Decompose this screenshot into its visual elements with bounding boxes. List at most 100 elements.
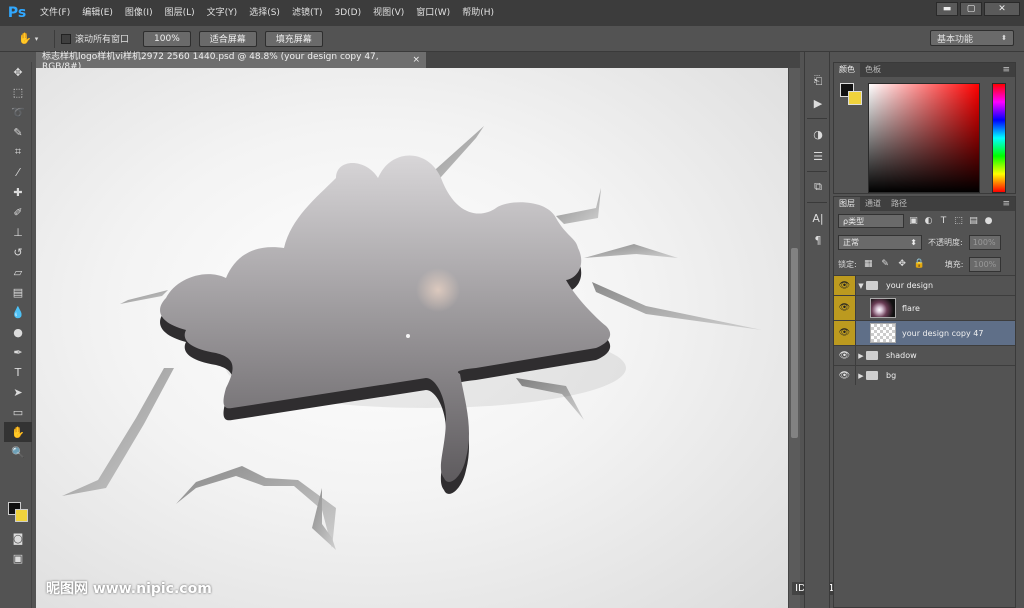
tab-paths[interactable]: 路径 [886,197,912,211]
actual-pixels-button[interactable]: 100% [143,30,191,47]
layer-row-group-your-design[interactable]: 👁 ▼ your design [834,275,1015,295]
menu-type[interactable]: 文字(Y) [201,0,244,26]
layer-filter-dropdown[interactable]: ρ类型 [838,214,904,228]
lock-transparent-icon[interactable]: ▦ [863,259,874,270]
lock-all-icon[interactable]: 🔒 [914,259,925,270]
group-collapsed-arrow-icon[interactable]: ▶ [856,352,866,360]
shape-filter-icon[interactable]: ⬚ [953,216,964,227]
layers-panel: 图层 通道 路径 ≡ ρ类型 ▣ ◐ T ⬚ ▤ ● 正常 ⬍ 不透明度: 10… [833,196,1016,608]
path-select-tool-icon[interactable]: ➤ [4,382,32,402]
lasso-tool-icon[interactable]: ➰ [4,102,32,122]
scrollbar-thumb[interactable] [791,248,798,438]
smart-object-thumbnail [870,323,896,343]
fit-screen-button[interactable]: 适合屏幕 [198,30,257,47]
image-filter-icon[interactable]: ▣ [908,216,919,227]
gradient-tool-icon[interactable]: ▤ [4,282,32,302]
history-panel-icon[interactable]: ⎗ [805,70,831,92]
minimize-button[interactable]: ▬ [936,2,958,16]
tab-channels[interactable]: 通道 [860,197,886,211]
lock-label: 锁定: [838,259,857,269]
screen-mode-icon[interactable]: ▣ [4,548,32,568]
marquee-tool-icon[interactable]: ⬚ [4,82,32,102]
layer-row-your-design-copy-47[interactable]: 👁 your design copy 47 [834,320,1015,345]
type-tool-icon[interactable]: T [4,362,32,382]
visibility-eye-icon[interactable]: 👁 [834,346,856,365]
visibility-eye-icon[interactable]: 👁 [834,366,856,385]
divider [807,118,827,119]
vertical-scrollbar[interactable] [788,68,800,608]
menu-file[interactable]: 文件(F) [34,0,76,26]
menu-image[interactable]: 图像(I) [119,0,159,26]
hue-slider[interactable] [992,83,1006,193]
panel-icon-dock: ⎗ ▶ ◑ ☰ ⧉ A| ¶ [804,52,830,608]
menu-window[interactable]: 窗口(W) [410,0,456,26]
workspace-switcher[interactable]: 基本功能 ⬍ [930,30,1014,46]
adjustment-filter-icon[interactable]: ◐ [923,216,934,227]
brush-tool-icon[interactable]: ✐ [4,202,32,222]
eraser-tool-icon[interactable]: ▱ [4,262,32,282]
group-collapsed-arrow-icon[interactable]: ▶ [856,372,866,380]
group-expand-arrow-icon[interactable]: ▼ [856,282,866,290]
actions-panel-icon[interactable]: ▶ [805,92,831,114]
close-button[interactable]: ✕ [984,2,1020,16]
menu-3d[interactable]: 3D(D) [328,0,367,26]
tab-layers[interactable]: 图层 [834,197,860,211]
saturation-brightness-field[interactable] [868,83,980,193]
dodge-tool-icon[interactable]: ● [4,322,32,342]
menu-view[interactable]: 视图(V) [367,0,410,26]
tool-preset-picker[interactable]: ✋ ▾ [18,32,48,45]
layer-row-group-shadow[interactable]: 👁 ▶ shadow [834,345,1015,365]
pen-tool-icon[interactable]: ✒ [4,342,32,362]
filter-toggle-icon[interactable]: ● [983,216,994,227]
visibility-eye-icon[interactable]: 👁 [834,276,856,295]
menu-layer[interactable]: 图层(L) [159,0,201,26]
smart-object-filter-icon[interactable]: ▤ [968,216,979,227]
close-tab-icon[interactable]: × [412,55,420,65]
opacity-input[interactable]: 100% [968,234,1001,250]
folder-icon [866,371,878,380]
panel-menu-icon[interactable]: ≡ [1002,199,1015,209]
menu-select[interactable]: 选择(S) [243,0,286,26]
hand-tool-icon[interactable]: ✋ [4,422,32,442]
layer-row-group-bg[interactable]: 👁 ▶ bg [834,365,1015,385]
properties-panel-icon[interactable]: ☰ [805,145,831,167]
document-tab[interactable]: 标志样机logo样机vi样机2972 2560 1440.psd @ 48.8%… [36,52,426,72]
menu-filter[interactable]: 滤镜(T) [286,0,329,26]
history-brush-tool-icon[interactable]: ↺ [4,242,32,262]
maximize-button[interactable]: ▢ [960,2,982,16]
adjustments-panel-icon[interactable]: ◑ [805,123,831,145]
zoom-tool-icon[interactable]: 🔍 [4,442,32,462]
crop-tool-icon[interactable]: ⌗ [4,142,32,162]
character-panel-icon[interactable]: A| [805,207,831,229]
blend-opacity-row: 正常 ⬍ 不透明度: 100% [834,231,1015,253]
visibility-eye-icon[interactable]: 👁 [834,321,856,345]
shape-tool-icon[interactable]: ▭ [4,402,32,422]
tab-color[interactable]: 颜色 [834,63,860,77]
blend-mode-select[interactable]: 正常 ⬍ [838,234,922,250]
blur-tool-icon[interactable]: 💧 [4,302,32,322]
healing-tool-icon[interactable]: ✚ [4,182,32,202]
quick-mask-icon[interactable]: ◙ [4,528,32,548]
background-color-chip[interactable] [848,91,862,105]
background-color-swatch[interactable] [15,509,28,522]
clone-source-panel-icon[interactable]: ⧉ [805,176,831,198]
fill-input[interactable]: 100% [969,256,1002,272]
move-tool-icon[interactable]: ✥ [4,62,32,82]
menu-help[interactable]: 帮助(H) [456,0,500,26]
scroll-all-windows-checkbox[interactable] [61,33,71,44]
paragraph-panel-icon[interactable]: ¶ [805,229,831,251]
lock-pixels-icon[interactable]: ✎ [880,259,891,270]
document-canvas[interactable]: 昵图网 www.nipic.com [36,68,788,608]
eyedropper-tool-icon[interactable]: ⁄ [4,162,32,182]
visibility-eye-icon[interactable]: 👁 [834,296,856,320]
stamp-tool-icon[interactable]: ⊥ [4,222,32,242]
type-filter-icon[interactable]: T [938,216,949,227]
fill-screen-button[interactable]: 填充屏幕 [264,30,323,47]
layer-row-flare[interactable]: 👁 flare [834,295,1015,320]
panel-menu-icon[interactable]: ≡ [1002,65,1015,75]
quick-select-tool-icon[interactable]: ✎ [4,122,32,142]
tab-swatches[interactable]: 色板 [860,63,886,77]
lock-position-icon[interactable]: ✥ [897,259,908,270]
menu-edit[interactable]: 编辑(E) [76,0,119,26]
opacity-label: 不透明度: [928,237,963,247]
